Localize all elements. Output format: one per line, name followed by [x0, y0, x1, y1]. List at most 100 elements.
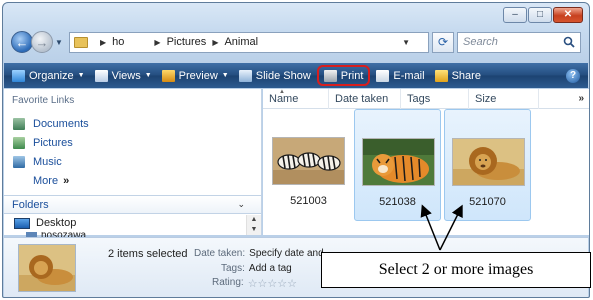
views-icon [94, 69, 108, 82]
email-label: E-mail [393, 69, 425, 82]
address-bar[interactable]: ▶ ho ▶ Pictures ▶ Animal ▼ [69, 31, 429, 53]
documents-icon [13, 117, 25, 130]
favorite-label: Documents [33, 117, 89, 130]
address-row: ← → ▼ ▶ ho ▶ Pictures ▶ Animal ▼ ⟳ Searc… [11, 29, 581, 55]
share-button[interactable]: Share [434, 69, 481, 82]
chevron-down-icon: ▼ [221, 72, 229, 79]
search-placeholder: Search [463, 36, 498, 48]
search-input[interactable]: Search [457, 31, 581, 53]
file-tile-521038[interactable]: 521038 [354, 109, 441, 221]
date-taken-value[interactable]: Specify date and [249, 248, 324, 259]
tags-label: Tags: [221, 263, 245, 274]
file-tile-521003[interactable]: 521003 [265, 109, 352, 221]
column-header-label: Size [475, 92, 497, 105]
chevron-down-icon: ⌄ [237, 199, 245, 209]
views-label: Views [111, 69, 141, 82]
rating-row: Rating: ☆☆☆☆☆ [212, 277, 297, 290]
printer-icon [323, 69, 337, 82]
column-header-tags[interactable]: Tags [401, 88, 469, 109]
maximize-button[interactable]: □ [528, 7, 552, 23]
music-icon [13, 155, 25, 168]
help-icon: ? [569, 70, 577, 81]
file-list-view: ▲ Name Date taken Tags Size » 521003 521… [263, 88, 589, 235]
share-label: Share [451, 69, 481, 82]
more-columns-icon[interactable]: » [578, 93, 584, 104]
file-tile-521070[interactable]: 521070 [444, 109, 531, 221]
chevron-down-icon: ▼ [77, 72, 85, 79]
organize-icon [12, 69, 25, 82]
email-button[interactable]: E-mail [376, 69, 425, 82]
column-header-size[interactable]: Size [469, 88, 539, 109]
sort-ascending-icon: ▲ [279, 88, 285, 95]
column-header-label: Date taken [335, 92, 389, 105]
instruction-callout: Select 2 or more images [321, 252, 591, 288]
file-name: 521070 [469, 196, 506, 208]
command-bar: Organize ▼ Views ▼ Preview ▼ Slide Show … [4, 63, 588, 88]
minimize-button[interactable]: – [503, 7, 527, 23]
breadcrumb-pictures[interactable]: Pictures [167, 36, 207, 48]
favorite-documents[interactable]: Documents [4, 114, 261, 133]
print-button[interactable]: Print [316, 65, 371, 86]
views-button[interactable]: Views ▼ [94, 69, 152, 82]
folders-header[interactable]: Folders ⌄ [4, 195, 261, 214]
double-chevron-icon: » [63, 174, 70, 187]
folders-title: Folders [12, 198, 49, 211]
column-headers: ▲ Name Date taken Tags Size » [263, 88, 589, 109]
date-taken-row: Date taken: Specify date and [194, 248, 324, 259]
pictures-icon [13, 136, 25, 149]
preview-label: Preview [178, 69, 218, 82]
preview-button[interactable]: Preview ▼ [161, 69, 229, 82]
help-button[interactable]: ? [566, 68, 580, 83]
search-icon[interactable] [563, 36, 575, 48]
slideshow-button[interactable]: Slide Show [238, 69, 311, 82]
folder-desktop[interactable]: Desktop [14, 217, 76, 229]
tiger-thumbnail [362, 138, 435, 186]
refresh-button[interactable]: ⟳ [432, 31, 454, 53]
favorite-links-title: Favorite Links [12, 95, 75, 106]
chevron-right-icon[interactable]: ▶ [212, 38, 218, 47]
chevron-down-icon: ▼ [144, 72, 152, 79]
print-label: Print [340, 69, 364, 82]
favorite-pictures[interactable]: Pictures [4, 133, 261, 152]
breadcrumb-ho[interactable]: ho [112, 36, 124, 48]
column-header-label: Tags [407, 92, 431, 105]
favorite-links-list: Documents Pictures Music More » [4, 114, 261, 190]
email-icon [376, 69, 390, 82]
forward-button[interactable]: → [31, 31, 53, 53]
desktop-icon [14, 217, 30, 229]
breadcrumb-animal[interactable]: Animal [224, 36, 258, 48]
organize-label: Organize [29, 69, 74, 82]
rating-stars[interactable]: ☆☆☆☆☆ [248, 277, 297, 290]
zebras-thumbnail [272, 137, 345, 185]
share-icon [434, 69, 448, 82]
tags-row: Tags: Add a tag [221, 263, 292, 274]
address-dropdown-icon[interactable]: ▼ [402, 38, 410, 47]
column-header-date-taken[interactable]: Date taken [329, 88, 401, 109]
forward-arrow-icon: → [35, 34, 49, 50]
column-header-name[interactable]: ▲ Name [263, 88, 329, 109]
chevron-right-icon[interactable]: ▶ [154, 38, 160, 47]
desktop-label: Desktop [36, 217, 77, 229]
maximize-icon: □ [536, 9, 544, 20]
more-links-button[interactable]: More » [4, 171, 261, 190]
selection-count: 2 items selected [108, 248, 188, 260]
organize-button[interactable]: Organize ▼ [12, 69, 85, 82]
minimize-icon: – [512, 9, 518, 20]
navigation-pane: Favorite Links Documents Pictures Music … [4, 89, 262, 238]
slideshow-label: Slide Show [255, 69, 311, 82]
chevron-right-icon[interactable]: ▶ [100, 38, 106, 47]
preview-icon [161, 69, 175, 82]
back-arrow-icon: ← [15, 34, 29, 50]
file-name: 521003 [290, 195, 327, 207]
nav-scrollbar[interactable]: ▲ ▼ [246, 215, 261, 235]
tags-value[interactable]: Add a tag [249, 263, 292, 274]
close-icon: ✕ [563, 9, 573, 20]
close-button[interactable]: ✕ [553, 7, 583, 23]
slideshow-icon [238, 69, 252, 82]
file-name: 521038 [379, 196, 416, 208]
date-taken-label: Date taken: [194, 248, 246, 259]
recent-pages-dropdown[interactable]: ▼ [53, 38, 65, 47]
lion-thumbnail [452, 138, 525, 186]
back-button[interactable]: ← [11, 31, 33, 53]
favorite-music[interactable]: Music [4, 152, 261, 171]
